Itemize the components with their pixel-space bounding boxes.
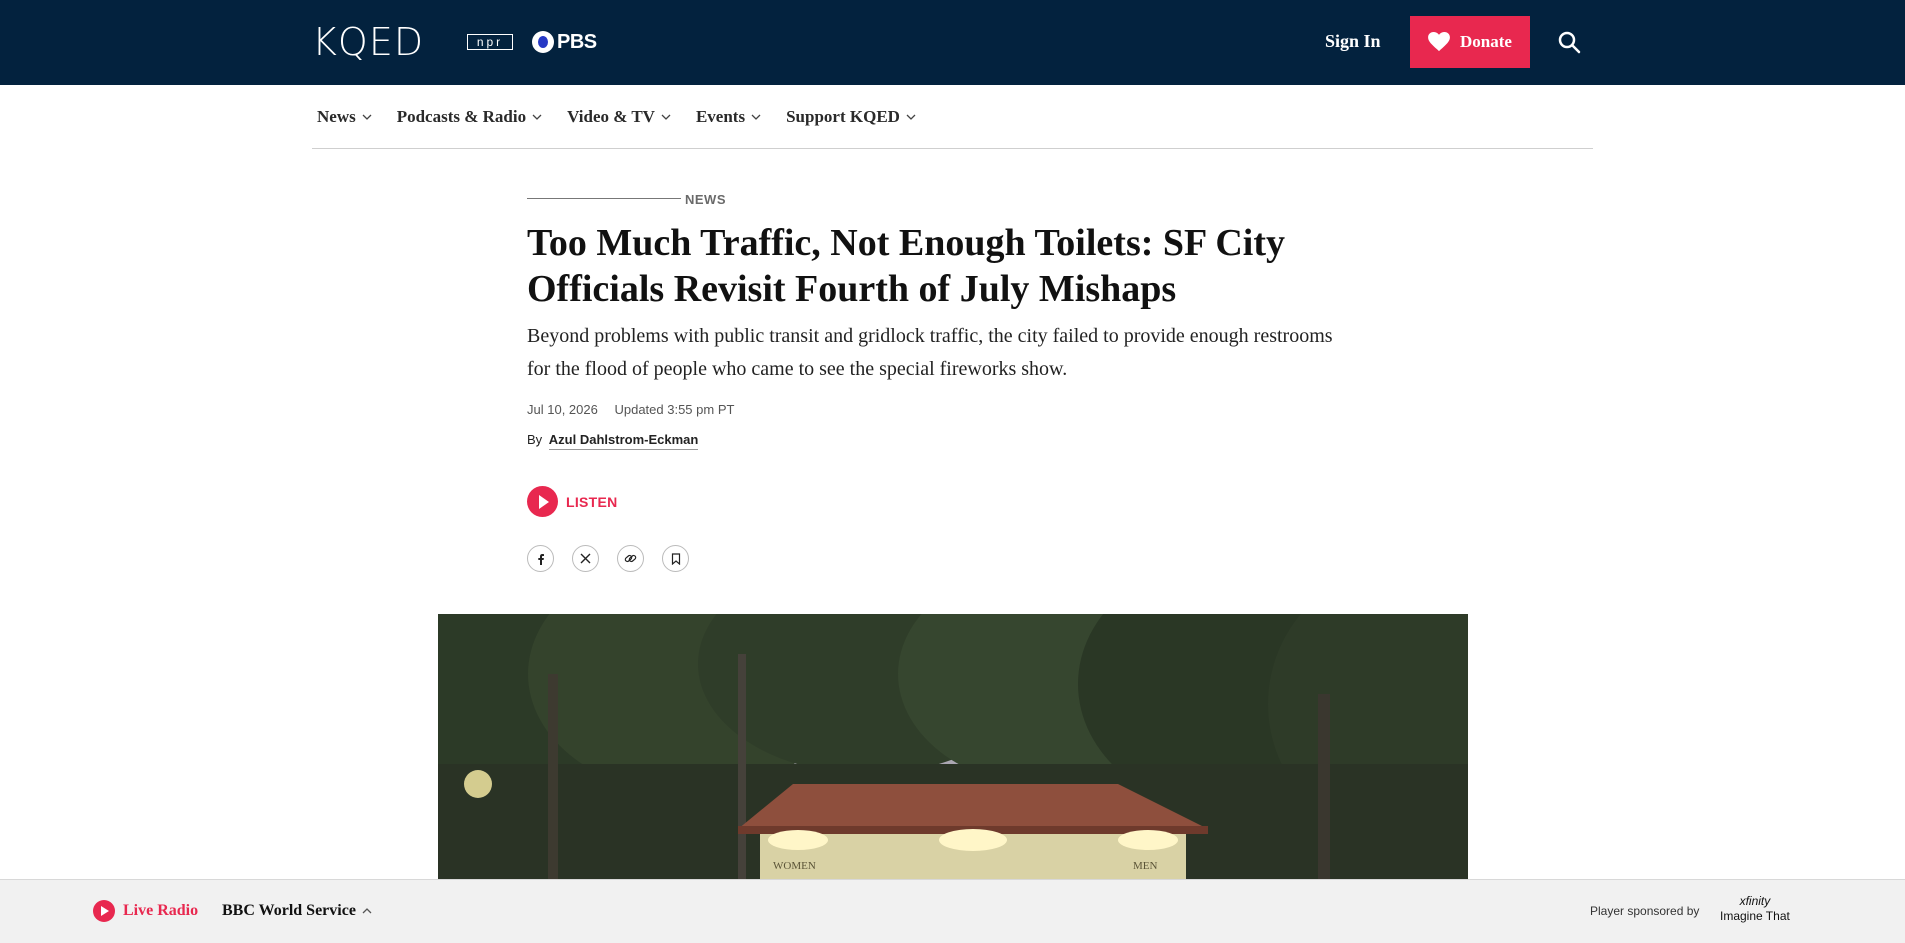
search-icon[interactable] — [1557, 30, 1581, 54]
publish-date: Jul 10, 2026 — [527, 402, 598, 417]
chevron-down-icon — [532, 114, 542, 120]
play-icon — [93, 900, 115, 922]
sign-in-link[interactable]: Sign In — [1325, 31, 1381, 52]
pbs-logo[interactable]: PBS — [532, 30, 597, 54]
nav-video-tv[interactable]: Video & TV — [567, 107, 671, 127]
nav-podcasts-radio-label: Podcasts & Radio — [396, 106, 527, 126]
chevron-down-icon — [906, 114, 916, 120]
updated-time: Updated 3:55 pm PT — [614, 402, 735, 417]
link-icon — [624, 554, 637, 563]
nav-support-kqed[interactable]: Support KQED — [786, 107, 916, 127]
pbs-head-icon — [532, 31, 554, 53]
facebook-icon — [537, 553, 544, 565]
listen-button[interactable]: LISTEN — [527, 486, 618, 517]
main-nav: News Podcasts & Radio Video & TV Events … — [312, 85, 1593, 149]
kicker-rule — [527, 198, 681, 199]
nav-podcasts-radio[interactable]: Podcasts & Radio — [397, 107, 542, 127]
station-selector[interactable]: BBC World Service — [222, 900, 372, 922]
nav-events-label: Events — [695, 106, 746, 126]
donate-button[interactable]: Donate — [1410, 16, 1530, 68]
play-icon — [527, 486, 558, 517]
donate-label: Donate — [1460, 32, 1512, 51]
chevron-down-icon — [362, 114, 372, 120]
article-photo: WOMEN MEN — [438, 614, 1468, 879]
nav-news-label: News — [317, 106, 356, 126]
chevron-up-icon — [362, 908, 372, 914]
radio-player-bar: Live Radio BBC World Service Player spon… — [0, 879, 1905, 943]
nav-video-tv-label: Video & TV — [567, 106, 655, 126]
sponsor-label: Player sponsored by — [1590, 904, 1700, 918]
npr-logo[interactable]: npr — [467, 34, 513, 50]
sponsor-logo[interactable]: xfinity Imagine That — [1720, 894, 1790, 924]
restroom-photo-illustration: WOMEN MEN — [438, 614, 1468, 879]
copy-link-button[interactable] — [617, 545, 644, 572]
men-sign: MEN — [1133, 860, 1158, 872]
share-x-button[interactable] — [572, 545, 599, 572]
chevron-down-icon — [661, 114, 671, 120]
chevron-down-icon — [751, 114, 761, 120]
sponsor-brand: xfinity — [1739, 894, 1771, 908]
article-dek: Beyond problems with public transit and … — [527, 325, 1333, 380]
nav-news[interactable]: News — [317, 107, 372, 127]
bookmark-button[interactable] — [662, 545, 689, 572]
live-radio-label: Live Radio — [123, 902, 199, 919]
heart-icon — [1428, 32, 1450, 52]
kqed-logo[interactable]: KQED — [312, 20, 424, 64]
article-headline: Too Much Traffic, Not Enough Toilets: SF… — [527, 222, 1285, 310]
station-name: BBC World Service — [222, 902, 356, 919]
nav-events[interactable]: Events — [696, 107, 761, 127]
byline-prefix: By — [527, 432, 543, 447]
article-dateline: Jul 10, 2026 Updated 3:55 pm PT — [527, 402, 734, 417]
site-header: KQED npr PBS Sign In Donate — [0, 0, 1905, 85]
women-sign: WOMEN — [773, 860, 816, 872]
share-facebook-button[interactable] — [527, 545, 554, 572]
x-icon — [580, 553, 591, 564]
section-kicker[interactable]: NEWS — [685, 192, 726, 207]
pbs-logo-text: PBS — [557, 30, 597, 53]
share-tools — [527, 545, 689, 572]
bookmark-icon — [671, 552, 680, 565]
live-radio-button[interactable]: Live Radio — [93, 900, 198, 922]
sponsor-tagline: Imagine That — [1720, 909, 1790, 923]
author-link[interactable]: Azul Dahlstrom-Eckman — [548, 432, 699, 450]
listen-label: LISTEN — [566, 493, 618, 510]
byline: By Azul Dahlstrom-Eckman — [527, 432, 699, 450]
nav-support-kqed-label: Support KQED — [786, 106, 900, 126]
